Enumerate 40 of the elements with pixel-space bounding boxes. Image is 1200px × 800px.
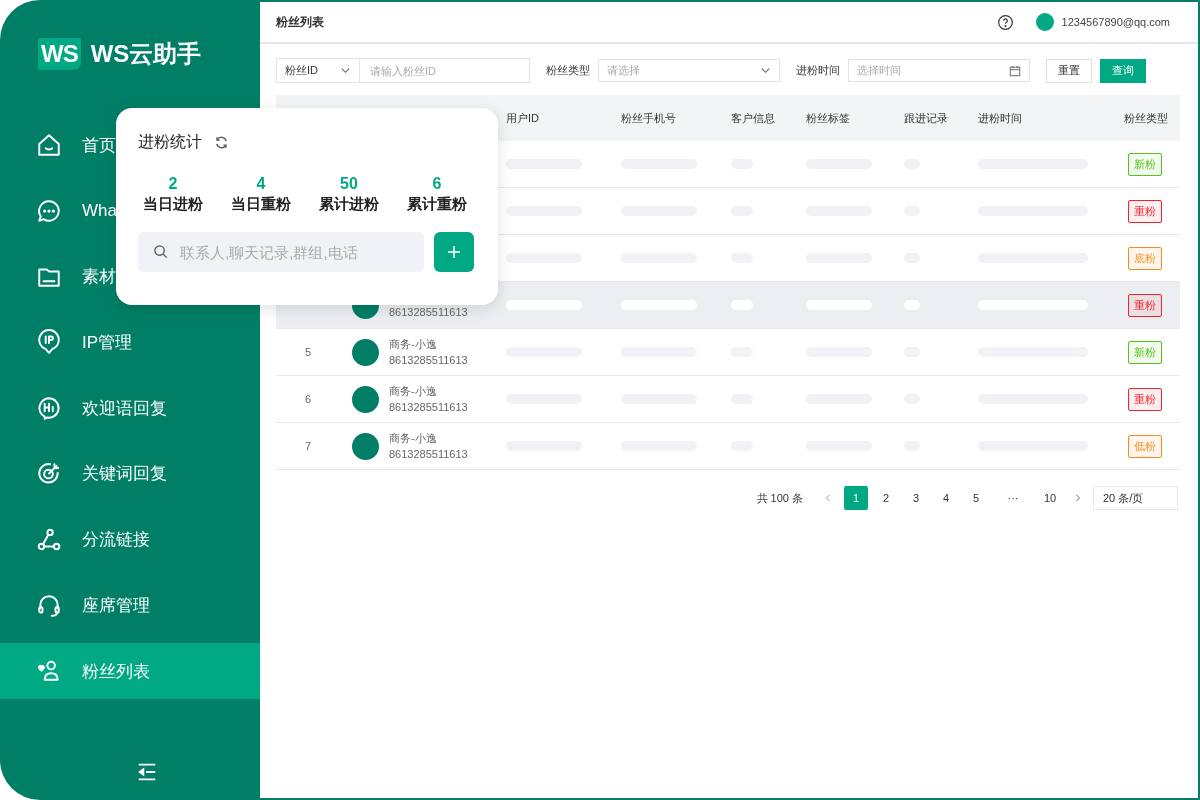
stat-value: 4: [256, 175, 266, 193]
column-header: 进粉时间: [977, 110, 1023, 126]
app-name: WS云助手: [90, 39, 202, 69]
fan-phone: 8613285511613: [389, 353, 468, 368]
fan-type-tag: 重粉: [1128, 387, 1162, 411]
page-title: 粉丝列表: [276, 13, 324, 31]
user-email: 1234567890@qq.com: [1061, 16, 1170, 28]
column-header: 粉丝类型: [1123, 110, 1169, 126]
popup-title: 进粉统计: [138, 132, 202, 152]
fan-type-tag: 重粉: [1128, 293, 1162, 317]
column-header: 粉丝标签: [805, 110, 851, 126]
stat-label: 当日进粉: [143, 195, 203, 214]
column-header: 粉丝手机号: [620, 110, 677, 126]
stat-value: 2: [168, 175, 178, 193]
row-number: 5: [304, 346, 312, 358]
stat-label: 累计进粉: [319, 195, 379, 214]
fan-name: 商务-小逸: [389, 337, 438, 352]
fan-name: 商务-小逸: [389, 384, 438, 399]
filter-label: 进粉时间: [796, 63, 840, 78]
fan-phone: 8613285511613: [389, 400, 468, 415]
stat-value: 6: [432, 175, 442, 193]
column-header: 客户信息: [730, 110, 776, 126]
stat-value: 50: [340, 175, 358, 193]
row-number: 6: [304, 393, 312, 405]
column-header: 跟进记录: [903, 110, 949, 126]
fan-phone: 8613285511613: [389, 305, 468, 320]
total-count: 共 100 条: [756, 490, 803, 506]
fan-name: 商务-小逸: [389, 431, 438, 446]
fan-phone: 8613285511613: [389, 447, 468, 462]
stat-label: 累计重粉: [407, 195, 467, 214]
filter-label: 粉丝类型: [546, 63, 590, 78]
fan-type-tag: 新粉: [1128, 340, 1162, 364]
stat-label: 当日重粉: [231, 195, 291, 214]
fan-type-tag: 重粉: [1128, 199, 1162, 223]
row-number: 7: [304, 440, 312, 452]
logo-badge: WS: [38, 38, 81, 70]
fan-type-tag: 新粉: [1128, 152, 1162, 176]
fan-type-tag: 底粉: [1128, 246, 1162, 270]
fan-type-tag: 低粉: [1128, 434, 1162, 458]
column-header: 用户ID: [505, 110, 540, 126]
